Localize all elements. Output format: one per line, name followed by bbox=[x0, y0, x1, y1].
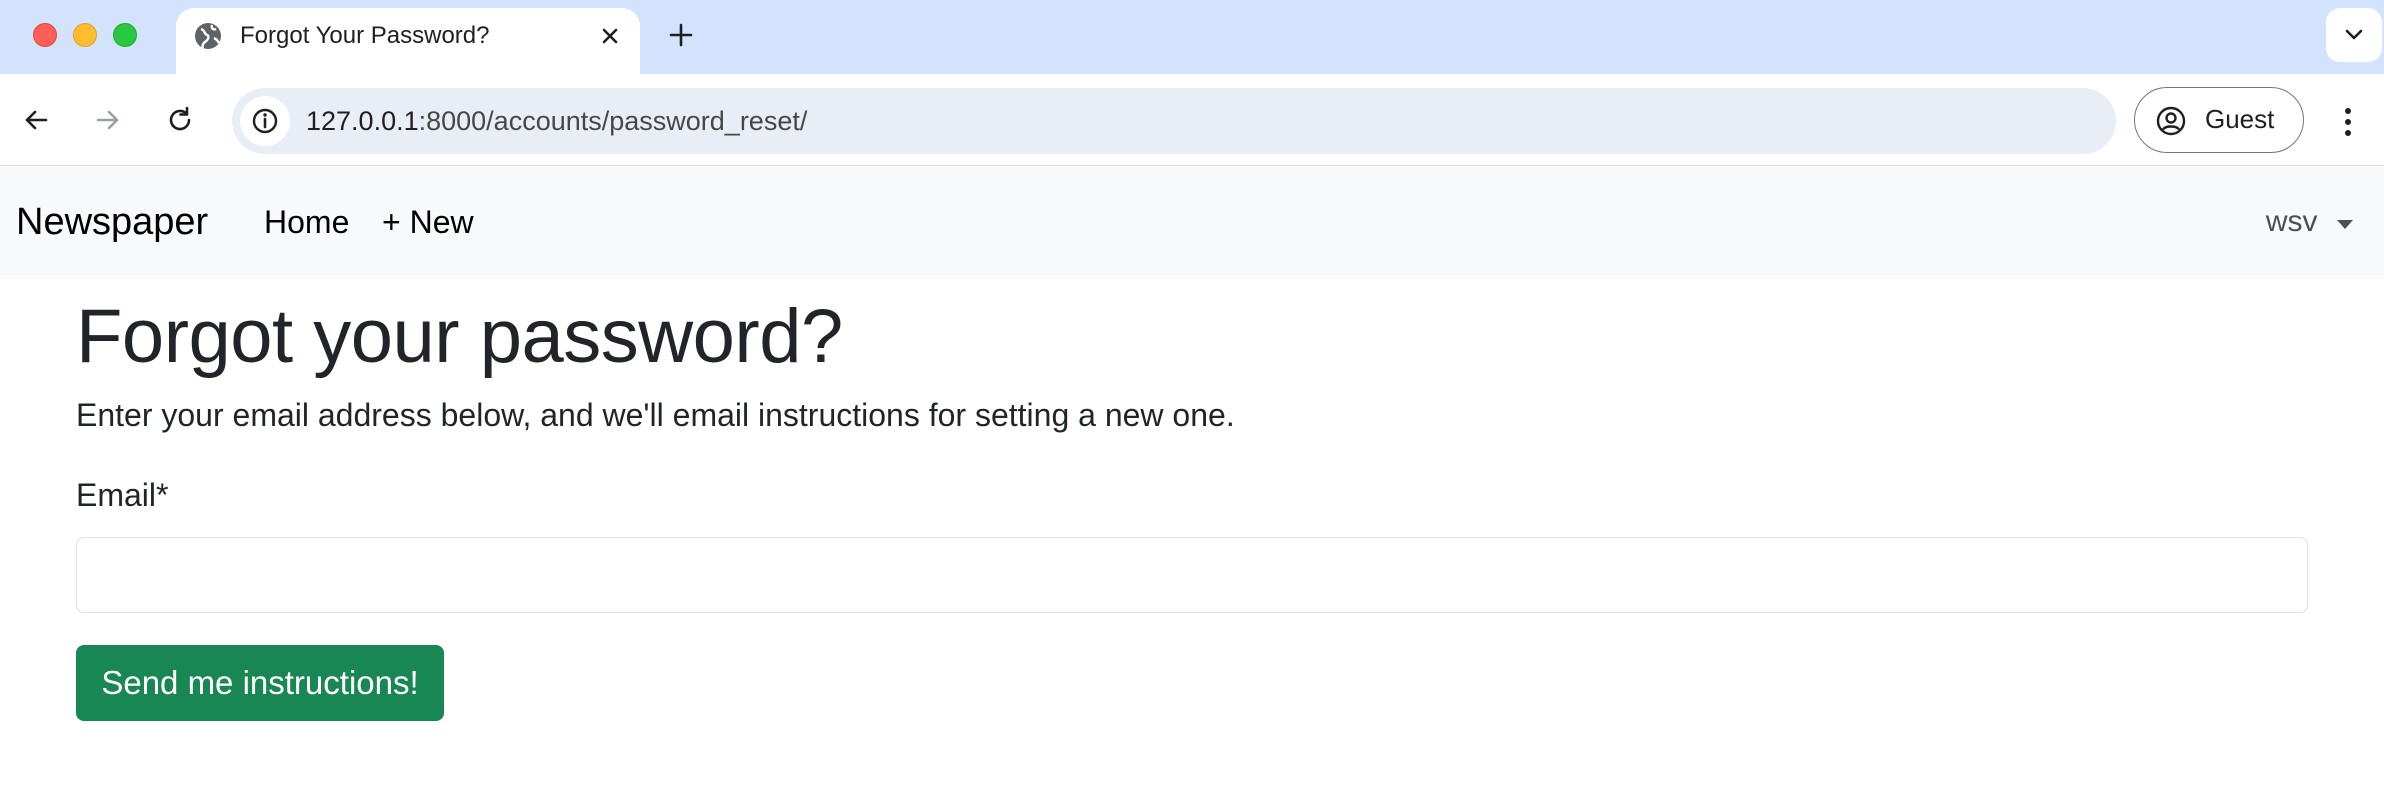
nav-link-new[interactable]: + New bbox=[382, 197, 474, 247]
send-instructions-button[interactable]: Send me instructions! bbox=[76, 645, 444, 721]
new-tab-button[interactable] bbox=[664, 18, 698, 52]
profile-label: Guest bbox=[2205, 104, 2275, 134]
reload-button[interactable] bbox=[156, 96, 204, 144]
more-vertical-icon bbox=[2345, 108, 2351, 136]
reload-icon bbox=[169, 106, 191, 131]
profile-button[interactable]: Guest bbox=[2134, 87, 2304, 153]
navbar-brand[interactable]: Newspaper bbox=[16, 197, 208, 247]
tab-title: Forgot Your Password? bbox=[240, 22, 490, 49]
globe-icon bbox=[192, 20, 224, 52]
caret-down-icon bbox=[2337, 220, 2353, 230]
browser-menu-button[interactable] bbox=[2324, 98, 2372, 146]
browser-tab-active[interactable]: Forgot Your Password? bbox=[176, 8, 640, 74]
url-path: :8000/accounts/password_reset/ bbox=[418, 106, 808, 136]
back-button[interactable] bbox=[12, 96, 60, 144]
url-host: 127.0.0.1 bbox=[306, 106, 419, 136]
email-label: Email* bbox=[76, 477, 169, 513]
minimize-window-button[interactable] bbox=[73, 23, 97, 47]
forward-button[interactable] bbox=[84, 96, 132, 144]
page-description: Enter your email address below, and we'l… bbox=[76, 397, 1235, 433]
arrow-right-icon bbox=[96, 110, 119, 130]
user-dropdown-toggle[interactable]: wsv bbox=[2266, 197, 2354, 247]
close-window-button[interactable] bbox=[33, 23, 57, 47]
site-navbar: Newspaper Home + New wsv bbox=[0, 167, 2384, 279]
nav-link-home[interactable]: Home bbox=[264, 197, 349, 247]
info-icon bbox=[252, 108, 278, 134]
user-name: wsv bbox=[2265, 205, 2318, 238]
close-tab-icon[interactable] bbox=[594, 20, 626, 52]
page-title: Forgot your password? bbox=[76, 294, 843, 379]
arrow-left-icon bbox=[25, 110, 48, 130]
url-text: 127.0.0.1:8000/accounts/password_reset/ bbox=[306, 88, 807, 154]
account-circle-icon bbox=[2156, 106, 2186, 136]
site-info-button[interactable] bbox=[240, 96, 290, 146]
address-bar[interactable]: 127.0.0.1:8000/accounts/password_reset/ bbox=[232, 88, 2116, 154]
browser-toolbar: 127.0.0.1:8000/accounts/password_reset/ … bbox=[0, 74, 2384, 166]
maximize-window-button[interactable] bbox=[113, 23, 137, 47]
browser-tab-strip: Forgot Your Password? bbox=[0, 0, 2384, 74]
tab-search-button[interactable] bbox=[2326, 8, 2382, 62]
chevron-down-icon bbox=[2345, 29, 2363, 40]
email-field[interactable] bbox=[76, 537, 2308, 613]
